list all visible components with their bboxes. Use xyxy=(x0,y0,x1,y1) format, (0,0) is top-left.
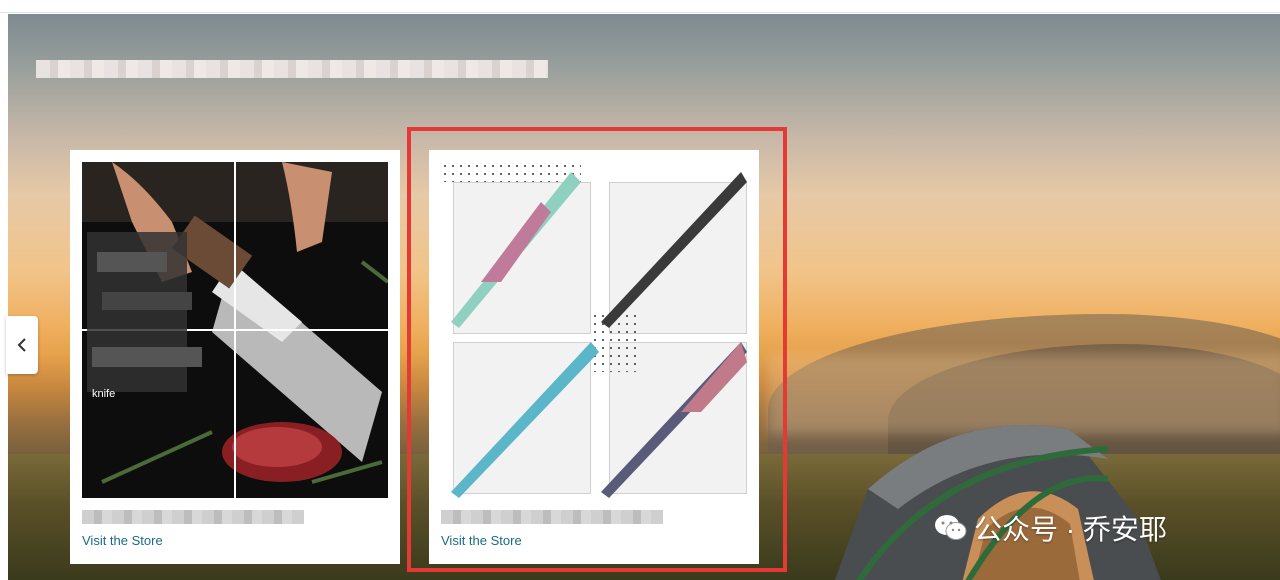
watermark: 公众号 · 乔安耶 xyxy=(934,508,1167,548)
chevron-left-icon xyxy=(17,338,26,352)
visit-store-link[interactable]: Visit the Store xyxy=(82,533,163,548)
cleaver-image xyxy=(82,162,388,498)
image-overlay-text: knife xyxy=(92,388,116,400)
visit-store-link[interactable]: Visit the Store xyxy=(441,533,522,548)
top-bar xyxy=(0,0,1280,13)
watermark-text: 公众号 · 乔安耶 xyxy=(974,514,1167,545)
carousel-prev-button[interactable] xyxy=(6,316,38,374)
blurred-banner-title xyxy=(36,60,548,78)
store-card[interactable]: Visit the Store xyxy=(429,150,759,564)
product-image[interactable] xyxy=(441,162,747,498)
wechat-icon xyxy=(935,515,967,540)
blurred-store-name xyxy=(82,510,304,524)
blurred-store-name xyxy=(441,510,663,524)
store-card[interactable]: knife Visit the Store xyxy=(70,150,400,564)
knife-collage xyxy=(451,172,747,498)
product-image[interactable]: knife xyxy=(82,162,388,498)
tent-image xyxy=(834,425,1161,580)
